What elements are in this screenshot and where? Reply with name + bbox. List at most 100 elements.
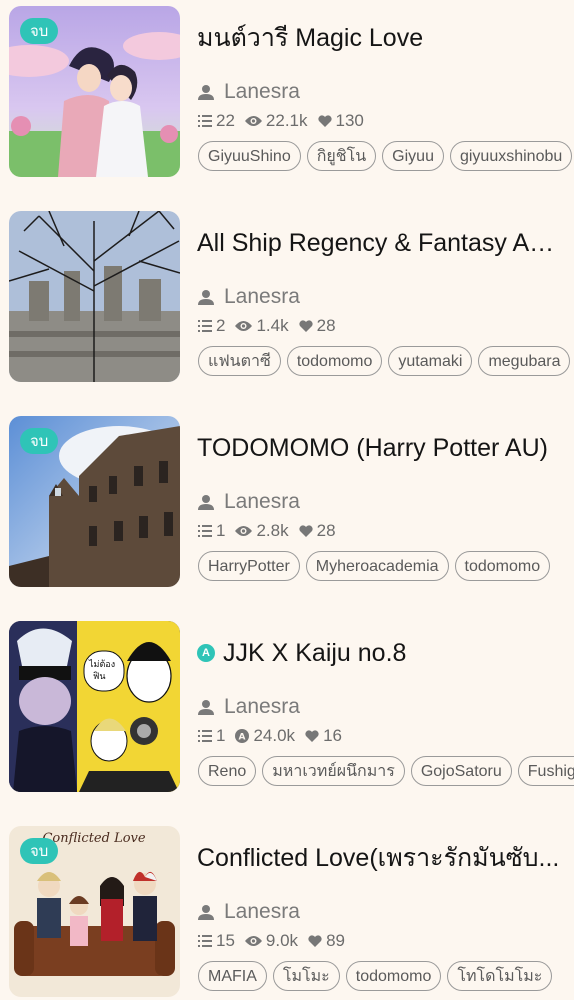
cover-image-chateau (9, 211, 180, 382)
author-name[interactable]: Lanesra (224, 900, 300, 924)
tag-chip[interactable]: todomomo (454, 551, 551, 581)
story-cover[interactable] (9, 211, 180, 382)
author-name[interactable]: Lanesra (224, 695, 300, 719)
title-row[interactable]: TODOMOMO (Harry Potter AU) (197, 428, 574, 468)
views-stat: 1.4k (235, 316, 289, 336)
chapters-count: 1 (216, 521, 226, 540)
heart-icon (299, 320, 313, 332)
tag-chip[interactable]: มหาเวทย์ผนึกมาร (262, 756, 405, 786)
author-row[interactable]: Lanesra (198, 898, 300, 926)
cover-image-anime-crossover: ไม่ต้อง ฟิน (9, 621, 180, 792)
tag-chip[interactable]: GiyuuShino (198, 141, 301, 171)
chapters-stat: 2 (198, 316, 225, 336)
completed-badge: จบ (20, 838, 59, 864)
likes-stat: 89 (308, 931, 345, 951)
person-icon (198, 495, 214, 510)
tag-chip[interactable]: Giyuu (382, 141, 444, 171)
tags-row: Renoมหาเวทย์ผนึกมารGojoSatoruFushiguro (198, 756, 574, 788)
views-count: 22.1k (265, 111, 308, 130)
story-card[interactable]: Conflicted Love จบ Conflicted Love(เพราะ… (0, 826, 574, 998)
views-stat: 22.1k (244, 111, 308, 131)
tag-chip[interactable]: โมโมะ (272, 961, 340, 991)
stats-row: 1 A 24.0k 16 (198, 725, 352, 747)
tag-chip[interactable]: กิยูชิโน (306, 141, 377, 171)
tag-chip[interactable]: แฟนตาซี (198, 346, 281, 376)
chapters-count: 15 (216, 931, 235, 950)
title-row[interactable]: All Ship Regency & Fantasy AU ... (197, 223, 574, 263)
eye-icon (244, 936, 262, 946)
title-row[interactable]: A JJK X Kaiju no.8 (197, 633, 574, 673)
eye-icon (235, 526, 253, 536)
story-card[interactable]: All Ship Regency & Fantasy AU ... Lanesr… (0, 211, 574, 383)
story-title[interactable]: มนต์วารี Magic Love (197, 18, 423, 58)
heart-icon (308, 935, 322, 947)
tag-chip[interactable]: HarryPotter (198, 551, 300, 581)
tag-chip[interactable]: Reno (198, 756, 257, 786)
story-card[interactable]: ไม่ต้อง ฟิน A JJK X Kaiju no.8 Lanesra 1 (0, 621, 574, 793)
story-list: จบ มนต์วารี Magic Love Lanesra 22 22.1k … (0, 0, 574, 1000)
list-icon (198, 730, 212, 742)
tag-chip[interactable]: todomomo (345, 961, 442, 991)
author-row[interactable]: Lanesra (198, 488, 300, 516)
tags-row: แฟนตาซี todomomo yutamaki megubara (198, 346, 574, 378)
likes-count: 16 (323, 726, 342, 745)
stats-row: 15 9.0k 89 (198, 930, 355, 952)
tag-chip[interactable]: giyuuxshinobu (449, 141, 573, 171)
tag-chip[interactable]: GojoSatoru (410, 756, 512, 786)
tag-chip[interactable]: todomomo (286, 346, 383, 376)
story-card[interactable]: จบ TODOMOMO (Harry Potter AU) Lanesra 1 … (0, 416, 574, 588)
story-cover[interactable]: ไม่ต้อง ฟิน (9, 621, 180, 792)
story-title[interactable]: JJK X Kaiju no.8 (223, 639, 406, 668)
list-icon (198, 935, 212, 947)
person-icon (198, 700, 214, 715)
likes-count: 28 (316, 521, 336, 540)
tags-row: GiyuuShino กิยูชิโน Giyuu giyuuxshinobu (198, 141, 574, 173)
views-count: 2.8k (256, 521, 289, 540)
stats-row: 2 1.4k 28 (198, 315, 346, 337)
heart-icon (299, 525, 313, 537)
views-count: 9.0k (265, 931, 299, 950)
story-title[interactable]: TODOMOMO (Harry Potter AU) (197, 434, 548, 463)
tags-row: HarryPotter Myheroacademia todomomo (198, 551, 574, 583)
story-cover[interactable]: จบ (9, 416, 180, 587)
stats-row: 22 22.1k 130 (198, 110, 374, 132)
tag-chip[interactable]: โทโดโมโมะ (447, 961, 553, 991)
author-row[interactable]: Lanesra (198, 693, 300, 721)
eye-icon (235, 321, 253, 331)
chapters-count: 1 (216, 726, 226, 745)
tag-chip[interactable]: Fushiguro (517, 756, 574, 786)
author-name[interactable]: Lanesra (224, 490, 300, 514)
tag-chip[interactable]: MAFIA (198, 961, 267, 991)
story-title[interactable]: All Ship Regency & Fantasy AU ... (197, 229, 567, 258)
likes-count: 28 (316, 316, 336, 335)
author-name[interactable]: Lanesra (224, 80, 300, 104)
author-row[interactable]: Lanesra (198, 78, 300, 106)
story-card[interactable]: จบ มนต์วารี Magic Love Lanesra 22 22.1k … (0, 6, 574, 178)
list-icon (198, 320, 212, 332)
likes-stat: 16 (305, 726, 342, 746)
tags-row: MAFIA โมโมะ todomomo โทโดโมโมะ (198, 961, 574, 993)
eye-icon (244, 116, 262, 126)
likes-stat: 28 (299, 521, 336, 541)
story-cover[interactable]: Conflicted Love จบ (9, 826, 180, 997)
svg-text:ไม่ต้อง: ไม่ต้อง (88, 659, 115, 670)
story-cover[interactable]: จบ (9, 6, 180, 177)
likes-count: 89 (326, 931, 345, 950)
completed-badge: จบ (20, 428, 59, 454)
tag-chip[interactable]: megubara (478, 346, 571, 376)
chapters-count: 2 (216, 316, 226, 335)
tag-chip[interactable]: Myheroacademia (305, 551, 449, 581)
title-row[interactable]: Conflicted Love(เพราะรักมันซับ... (197, 838, 574, 878)
author-name[interactable]: Lanesra (224, 285, 300, 309)
author-row[interactable]: Lanesra (198, 283, 300, 311)
likes-count: 130 (335, 111, 364, 130)
chapters-stat: 22 (198, 111, 235, 131)
chapters-stat: 1 (198, 726, 225, 746)
list-icon (198, 115, 212, 127)
tag-chip[interactable]: yutamaki (388, 346, 473, 376)
title-row[interactable]: มนต์วารี Magic Love (197, 18, 574, 58)
heart-icon (317, 115, 332, 127)
chapters-stat: 1 (198, 521, 225, 541)
story-title[interactable]: Conflicted Love(เพราะรักมันซับ... (197, 838, 559, 878)
views-stat: 2.8k (235, 521, 289, 541)
